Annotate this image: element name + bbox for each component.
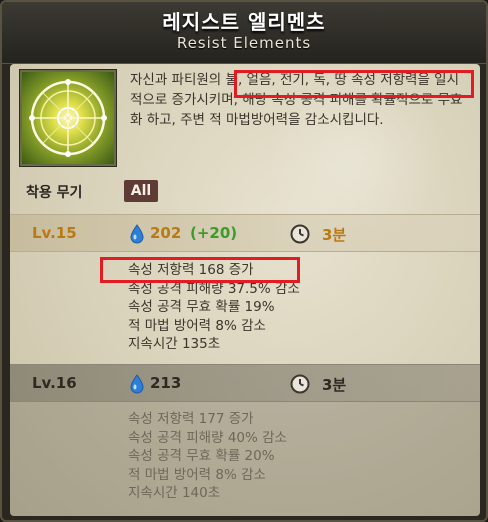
effect-item: 속성 저항력 177 증가 (128, 411, 254, 427)
equip-weapon-badge: All (124, 180, 158, 202)
effect-list-current: 속성 저항력 168 증가 속성 공격 피해량 37.5% 감소 속성 공격 무… (128, 261, 428, 354)
equip-weapon-label: 착용 무기 (26, 185, 83, 201)
mp-cost: 213 (150, 374, 182, 392)
skill-detail-panel: 자신과 파티원의 불, 얼음, 전기, 독, 땅 속성 저항력을 일시적으로 증… (10, 64, 480, 516)
effect-item: 지속시간 135초 (128, 336, 221, 352)
effect-item: 지속시간 140초 (128, 485, 221, 501)
cooldown-value: 3분 (322, 376, 347, 394)
elemental-seal-icon (20, 70, 116, 166)
level-label: Lv.16 (32, 374, 77, 392)
skill-title-english: Resist Elements (176, 34, 312, 52)
skill-title-korean: 레지스트 엘리멘츠 (162, 10, 326, 34)
mp-cost-bonus: (+20) (190, 224, 238, 242)
mp-drop-icon (130, 374, 144, 394)
effect-item: 속성 공격 피해량 40% 감소 (128, 429, 287, 446)
level-row-current: Lv.15 202 (+20) 3분 (10, 214, 480, 252)
effect-item: 속성 저항력 168 증가 (128, 262, 254, 278)
skill-tooltip-window: 레지스트 엘리멘츠 Resist Elements 자신과 파티원의 불, 얼음… (0, 0, 488, 522)
clock-icon (290, 374, 310, 394)
effect-item: 속성 공격 무효 확률 19% (128, 299, 275, 315)
skill-description: 자신과 파티원의 불, 얼음, 전기, 독, 땅 속성 저항력을 일시적으로 증… (130, 72, 463, 128)
effect-item: 적 마법 방어력 8% 감소 (128, 466, 266, 483)
clock-icon (290, 224, 310, 244)
level-label: Lv.15 (32, 224, 77, 242)
mp-drop-icon (130, 224, 144, 244)
level-row-next: Lv.16 213 3분 (10, 364, 480, 402)
title-bar: 레지스트 엘리멘츠 Resist Elements (2, 2, 486, 64)
cooldown-value: 3분 (322, 226, 347, 244)
effect-item: 속성 공격 무효 확률 20% (128, 448, 275, 464)
effect-item: 적 마법 방어력 8% 감소 (128, 317, 266, 334)
mp-cost: 202 (150, 224, 182, 242)
effect-item: 속성 공격 피해량 37.5% 감소 (128, 280, 300, 297)
effect-list-next: 속성 저항력 177 증가 속성 공격 피해량 40% 감소 속성 공격 무효 … (128, 410, 428, 503)
